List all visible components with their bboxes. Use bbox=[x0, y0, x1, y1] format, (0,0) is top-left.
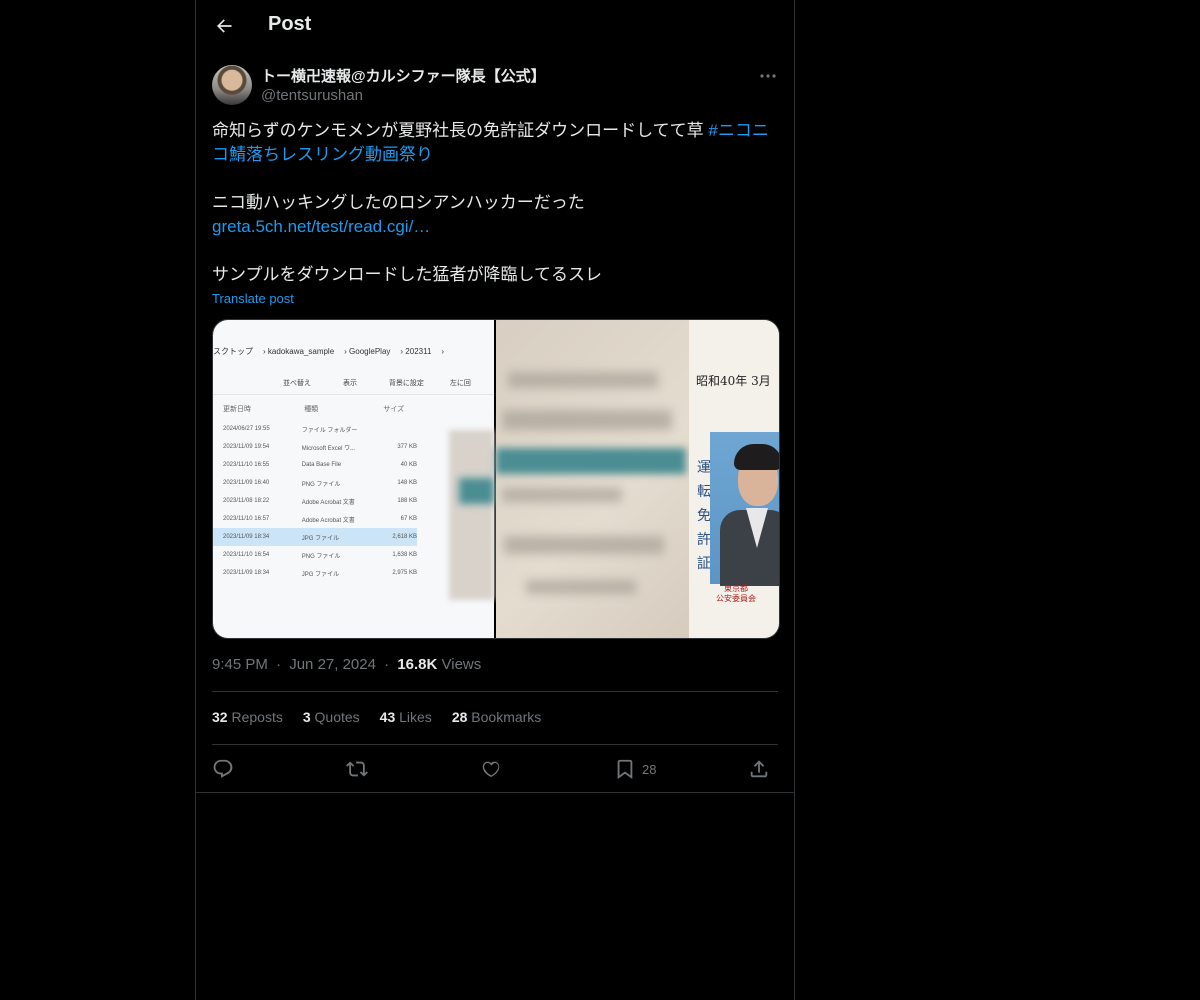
thread-link[interactable]: greta.5ch.net/test/read.cgi/… bbox=[212, 217, 430, 236]
media-grid: スクトップ › kadokawa_sample › GooglePlay › 2023… bbox=[212, 319, 780, 639]
share-button[interactable] bbox=[748, 757, 770, 781]
reply-button[interactable] bbox=[212, 757, 234, 781]
table-row: 2023/11/08 18:22 Adobe Acrobat 文書 188 KB bbox=[223, 498, 417, 506]
like-button[interactable] bbox=[480, 757, 502, 781]
table-row: 2023/11/09 16:40 PNG ファイル 148 KB bbox=[223, 480, 417, 488]
explorer-rows: 2024/06/27 19:55 ファイル フォルダー 2023/11/09 19… bbox=[213, 420, 417, 582]
post-text-line-3: サンプルをダウンロードした猛者が降臨してるスレ bbox=[212, 265, 602, 284]
author-handle[interactable]: @tentsurushan bbox=[261, 87, 363, 104]
author-name[interactable]: トー横卍速報@カルシファー隊長【公式】 bbox=[261, 65, 546, 86]
license-vertical-label: 運 転 免 許 証 bbox=[697, 460, 711, 572]
license-date: 昭和40年 3月 bbox=[696, 374, 771, 388]
post-header: Post bbox=[196, 0, 794, 54]
divider bbox=[196, 792, 794, 793]
repost-button[interactable] bbox=[346, 757, 368, 781]
blurred-stripe bbox=[459, 478, 494, 504]
table-row: 2023/11/10 16:55 Data Base File 40 KB bbox=[223, 462, 417, 468]
table-row: 2023/11/09 19:54 Microsoft Excel ワ... 377 … bbox=[223, 444, 417, 452]
back-button[interactable] bbox=[212, 14, 236, 38]
explorer-headers: 更新日時 種類 サイズ bbox=[223, 406, 405, 413]
post-time[interactable]: 9:45 PM bbox=[212, 656, 268, 673]
bookmark-count: 28 bbox=[642, 761, 657, 777]
post-text: 命知らずのケンモメンが夏野社長の免許証ダウンロードしてて草 #ニコニコ鯖落ちレス… bbox=[212, 119, 778, 287]
heart-icon bbox=[482, 761, 500, 778]
media-image-license[interactable]: 昭和40年 3月 運 転 免 許 証 東京都 公安委員会 bbox=[496, 320, 779, 638]
media-image-explorer[interactable]: スクトップ › kadokawa_sample › GooglePlay › 2023… bbox=[213, 320, 496, 638]
table-row: 2023/11/09 18:34 JPG ファイル 2,975 KB bbox=[223, 570, 417, 578]
license-authority: 東京都 公安委員会 bbox=[716, 584, 756, 603]
bookmark-button[interactable]: 28 bbox=[614, 757, 656, 781]
views-count: 16.8K bbox=[397, 656, 438, 673]
translate-post-link[interactable]: Translate post bbox=[212, 291, 294, 306]
views-label: Views bbox=[441, 656, 482, 673]
blurred-stripe bbox=[496, 448, 686, 474]
more-options-button[interactable] bbox=[756, 66, 780, 86]
action-bar: 28 bbox=[212, 757, 778, 781]
post-meta: 9:45 PM · Jun 27, 2024 · 16.8K Views bbox=[212, 656, 482, 673]
arrow-left-icon bbox=[217, 19, 232, 33]
divider bbox=[212, 691, 778, 692]
table-row: 2023/11/09 18:34 JPG ファイル 2,618 KB bbox=[213, 528, 417, 546]
share-icon bbox=[750, 760, 768, 778]
table-row: 2024/06/27 19:55 ファイル フォルダー bbox=[223, 426, 358, 434]
repost-icon bbox=[346, 761, 368, 777]
post-text-line-2: ニコ動ハッキングしたのロシアンハッカーだった bbox=[212, 193, 585, 212]
table-row: 2023/11/10 16:54 PNG ファイル 1,638 KB bbox=[223, 552, 417, 560]
explorer-toolbar: 並べ替え 表示 背景に設定 左に回 bbox=[213, 378, 494, 395]
divider bbox=[212, 744, 778, 745]
engagement-stats: 32 Reposts 3 Quotes 43 Likes 28 Bookmark… bbox=[212, 709, 561, 725]
reply-icon bbox=[213, 759, 233, 778]
more-icon bbox=[760, 74, 776, 78]
quotes-stat[interactable]: 3 Quotes bbox=[303, 709, 360, 725]
blurred-preview bbox=[449, 430, 494, 600]
page-title: Post bbox=[268, 13, 312, 35]
likes-stat[interactable]: 43 Likes bbox=[380, 709, 432, 725]
table-row: 2023/11/10 16:57 Adobe Acrobat 文書 67 KB bbox=[223, 516, 417, 524]
bookmark-icon bbox=[617, 759, 633, 780]
avatar[interactable] bbox=[212, 65, 252, 105]
reposts-stat[interactable]: 32 Reposts bbox=[212, 709, 283, 725]
post-text-line-1: 命知らずのケンモメンが夏野社長の免許証ダウンロードしてて草 bbox=[212, 121, 709, 140]
bookmarks-stat[interactable]: 28 Bookmarks bbox=[452, 709, 542, 725]
post-date[interactable]: Jun 27, 2024 bbox=[289, 656, 376, 673]
post-column: Post トー横卍速報@カルシファー隊長【公式】 @tentsurushan 命… bbox=[195, 0, 795, 1000]
explorer-breadcrumb: スクトップ › kadokawa_sample › GooglePlay › 2023… bbox=[213, 347, 445, 356]
